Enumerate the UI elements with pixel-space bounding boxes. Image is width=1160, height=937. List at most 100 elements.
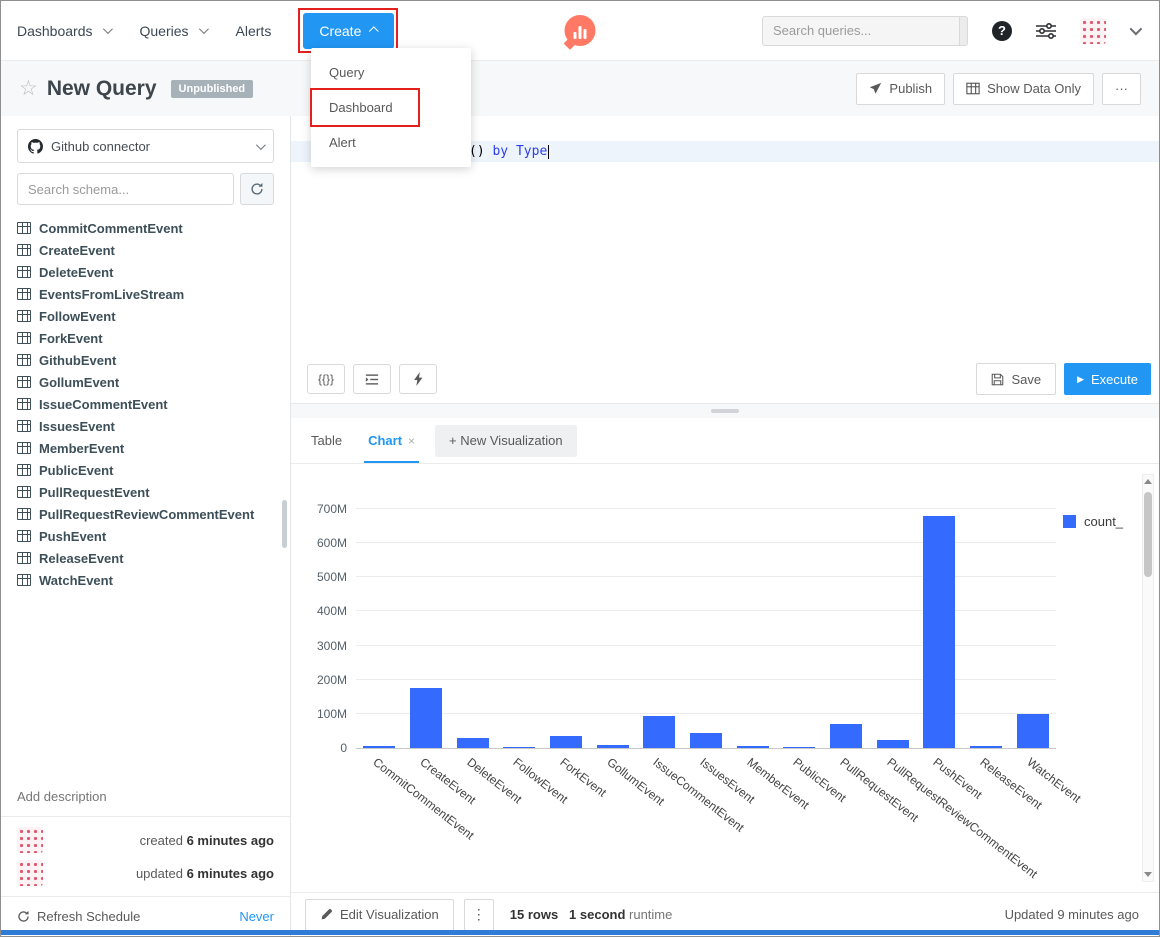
edit-visualization-button[interactable]: Edit Visualization <box>305 899 454 931</box>
chart-bar <box>410 688 442 748</box>
navbar-right: ? <box>762 16 1143 46</box>
schema-table-item[interactable]: FollowEvent <box>17 305 290 327</box>
schema-table-item[interactable]: MemberEvent <box>17 437 290 459</box>
chart-plot: 0100M200M300M400M500M600M700MCommitComme… <box>356 509 1056 749</box>
schema-table-item[interactable]: PullRequestReviewCommentEvent <box>17 503 290 525</box>
table-icon <box>17 266 31 278</box>
schema-table-name: GollumEvent <box>39 375 119 390</box>
search-button[interactable] <box>959 17 968 45</box>
new-visualization-button[interactable]: + New Visualization <box>435 425 577 457</box>
chart-bar <box>1017 714 1049 748</box>
schema-search-input[interactable] <box>17 173 234 205</box>
table-icon <box>17 552 31 564</box>
scroll-up-arrow-icon[interactable] <box>1144 479 1152 484</box>
refresh-schedule-value-link[interactable]: Never <box>239 909 274 924</box>
legend-label: count_ <box>1084 514 1123 529</box>
schema-table-name: MemberEvent <box>39 441 124 456</box>
nav-queries[interactable]: Queries <box>140 23 206 39</box>
table-icon <box>17 486 31 498</box>
schema-table-item[interactable]: IssueCommentEvent <box>17 393 290 415</box>
more-button[interactable]: ··· <box>1102 73 1141 105</box>
nav-alerts[interactable]: Alerts <box>236 23 272 39</box>
question-icon: ? <box>998 23 1006 38</box>
creator-avatar <box>17 827 43 853</box>
schema-table-item[interactable]: DeleteEvent <box>17 261 290 283</box>
show-data-only-button[interactable]: Show Data Only <box>953 73 1094 105</box>
redash-logo-icon[interactable] <box>565 15 596 46</box>
tab-table-label: Table <box>311 433 342 448</box>
paper-plane-icon <box>869 82 882 95</box>
refresh-schedule-button[interactable]: Refresh Schedule <box>17 909 140 924</box>
create-menu-item-dashboard[interactable]: Dashboard <box>311 90 471 125</box>
schema-refresh-button[interactable] <box>240 173 274 205</box>
query-meta: created 6 minutes ago updated 6 minutes … <box>1 816 290 896</box>
legend-swatch-icon <box>1063 515 1076 528</box>
schema-table-item[interactable]: ForkEvent <box>17 327 290 349</box>
schema-table-item[interactable]: CreateEvent <box>17 239 290 261</box>
table-icon <box>17 288 31 300</box>
chart-scrollbar-thumb[interactable] <box>1144 492 1152 577</box>
search-input[interactable] <box>763 17 959 45</box>
schema-table-item[interactable]: PullRequestEvent <box>17 481 290 503</box>
create-menu-item-alert[interactable]: Alert <box>311 125 471 160</box>
chevron-down-icon[interactable] <box>1130 23 1143 36</box>
nav-dashboards[interactable]: Dashboards <box>17 23 110 39</box>
window-bottom-edge <box>1 930 1159 935</box>
refresh-schedule-label: Refresh Schedule <box>37 909 140 924</box>
favorite-star-icon[interactable]: ☆ <box>19 78 38 99</box>
rows-info: 15 rows 1 second runtime <box>510 907 673 922</box>
schema-table-item[interactable]: CommitCommentEvent <box>17 217 290 239</box>
nav-queries-label: Queries <box>140 23 189 39</box>
schema-table-name: IssueCommentEvent <box>39 397 168 412</box>
chart-bar <box>550 736 582 748</box>
schema-table-item[interactable]: WatchEvent <box>17 569 290 591</box>
y-axis-tick-label: 0 <box>340 741 347 755</box>
format-query-button[interactable] <box>353 364 391 394</box>
table-icon <box>17 376 31 388</box>
save-button[interactable]: Save <box>976 363 1056 395</box>
schema-table-item[interactable]: GollumEvent <box>17 371 290 393</box>
schema-scrollbar-thumb[interactable] <box>282 500 287 548</box>
chart-legend-item[interactable]: count_ <box>1063 514 1123 529</box>
chevron-down-icon <box>102 24 112 34</box>
execute-button[interactable]: ▶ Execute <box>1064 363 1151 395</box>
chart-scrollbar[interactable] <box>1142 474 1154 882</box>
table-icon <box>17 574 31 586</box>
github-icon <box>28 139 43 154</box>
splitter-drag-handle[interactable] <box>711 409 739 413</box>
datasource-select[interactable]: Github connector <box>17 129 274 163</box>
autocomplete-toggle-button[interactable] <box>399 364 437 394</box>
schema-table-item[interactable]: PublicEvent <box>17 459 290 481</box>
publish-button[interactable]: Publish <box>856 73 945 105</box>
search-icon <box>966 24 968 38</box>
settings-sliders-button[interactable] <box>1036 23 1056 39</box>
page-header: ☆ New Query Unpublished Publish Show Dat… <box>1 61 1159 116</box>
add-description-button[interactable]: Add description <box>1 779 290 816</box>
kebab-menu-button[interactable]: ⋮ <box>464 899 494 931</box>
schema-table-item[interactable]: IssuesEvent <box>17 415 290 437</box>
schema-table-name: CommitCommentEvent <box>39 221 183 236</box>
schema-table-item[interactable]: ReleaseEvent <box>17 547 290 569</box>
help-button[interactable]: ? <box>992 21 1012 41</box>
chart-bar <box>643 716 675 748</box>
page-title: New Query <box>47 77 157 101</box>
create-button[interactable]: Create <box>303 13 394 49</box>
close-icon[interactable]: × <box>408 434 415 448</box>
schema-table-name: EventsFromLiveStream <box>39 287 184 302</box>
schema-table-item[interactable]: GithubEvent <box>17 349 290 371</box>
sidebar: Github connector CommitCommentEvent Creat… <box>1 116 291 936</box>
queries-search <box>762 16 968 46</box>
scroll-down-arrow-icon[interactable] <box>1144 872 1152 877</box>
table-icon <box>17 442 31 454</box>
chevron-down-icon <box>198 24 208 34</box>
user-avatar-button[interactable] <box>1080 18 1106 44</box>
chart-bar <box>363 746 395 748</box>
schema-table-item[interactable]: EventsFromLiveStream <box>17 283 290 305</box>
table-icon <box>17 420 31 432</box>
tab-table[interactable]: Table <box>311 418 342 463</box>
schema-table-item[interactable]: PushEvent <box>17 525 290 547</box>
schema-table-name: PullRequestEvent <box>39 485 150 500</box>
autocomplete-braces-button[interactable]: {{}} <box>307 364 345 394</box>
create-menu-item-query[interactable]: Query <box>311 55 471 90</box>
tab-chart[interactable]: Chart × <box>368 418 415 463</box>
